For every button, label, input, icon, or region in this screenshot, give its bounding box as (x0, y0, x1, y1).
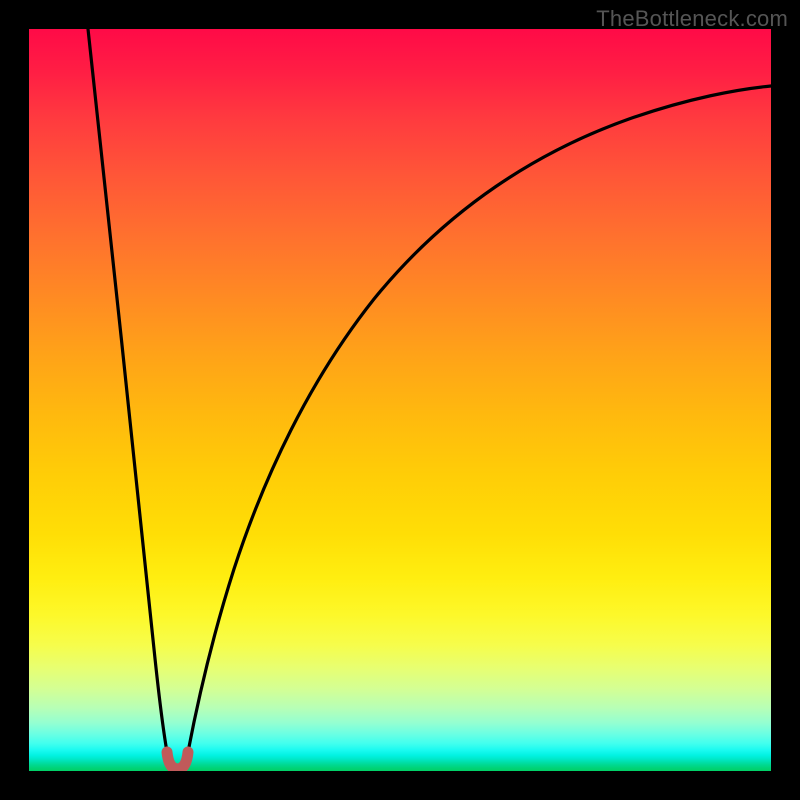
min-marker (167, 752, 188, 769)
curve-layer (29, 29, 771, 771)
chart-container: TheBottleneck.com (0, 0, 800, 800)
left-branch-curve (88, 29, 167, 752)
plot-area (29, 29, 771, 771)
right-branch-curve (188, 86, 771, 752)
watermark-text: TheBottleneck.com (596, 6, 788, 32)
